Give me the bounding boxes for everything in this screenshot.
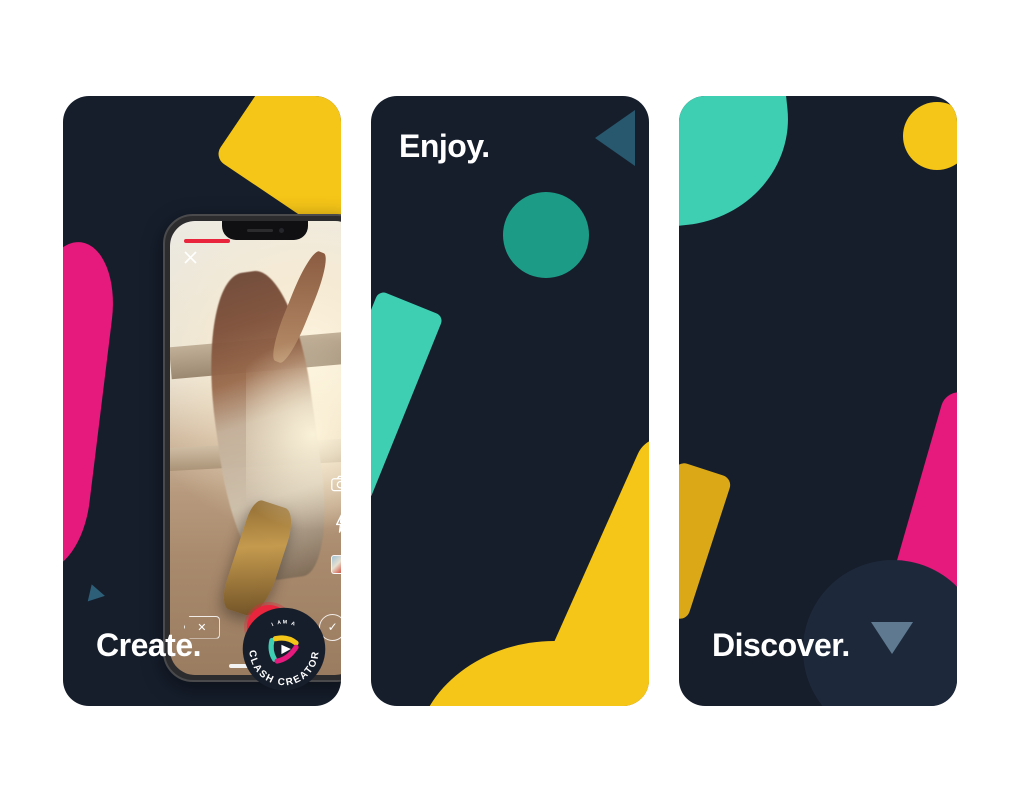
screenshot-stage: ✕ ✓ Create. CLASH CREATOR I AM A Enjoy. … (0, 0, 1024, 790)
page-title: Discover. (712, 627, 850, 663)
flash-icon[interactable] (334, 514, 341, 538)
decor-teal-wedge (371, 290, 444, 502)
panel-discover: Hashtags Creators Search hashtags.... (679, 96, 957, 706)
page-title: Create. (96, 627, 202, 663)
phone-notch (222, 221, 308, 240)
decor-pink-blob (63, 237, 121, 575)
close-icon[interactable] (184, 251, 197, 269)
decor-teal-circle (503, 192, 589, 278)
panel-create: ✕ ✓ Create. CLASH CREATOR I AM A (63, 96, 341, 706)
decor-yellow-circle (903, 102, 957, 170)
decor-triangle-left-icon (595, 110, 635, 166)
decor-pink-wedge (883, 388, 957, 634)
recording-progress-bar (184, 239, 230, 243)
decor-yellow-right (514, 429, 649, 706)
decor-triangle-down-icon (871, 622, 913, 654)
decor-blue-triangle-icon (83, 581, 105, 602)
decor-yellow-wedge (679, 460, 733, 622)
gallery-thumbnail-icon[interactable] (331, 555, 341, 575)
camera-flip-icon[interactable] (331, 475, 341, 497)
page-title: Enjoy. (399, 128, 490, 164)
decor-teal-shape (679, 96, 799, 230)
clash-creator-badge: CLASH CREATOR I AM A (241, 606, 327, 692)
panel-enjoy: Enjoy. Feed Now Serving Huddles (371, 96, 649, 706)
camera-tools (331, 475, 341, 575)
decor-yellow-bottom (400, 622, 649, 706)
